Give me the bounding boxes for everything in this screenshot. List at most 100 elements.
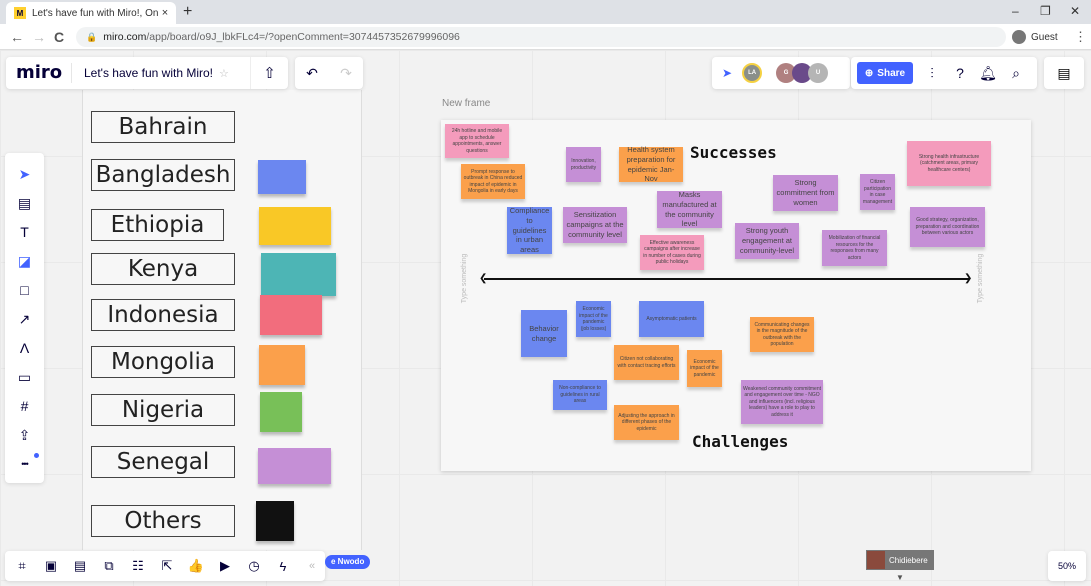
forward-icon[interactable]: → xyxy=(32,29,46,45)
country-label-nigeria[interactable]: Nigeria xyxy=(91,394,235,426)
country-label-senegal[interactable]: Senegal xyxy=(91,446,235,478)
mores-tool-icon[interactable]: ••• xyxy=(15,453,39,474)
avatar[interactable]: LA xyxy=(742,63,763,83)
profile-button[interactable]: Guest xyxy=(1012,27,1058,47)
frame-label[interactable]: New frame xyxy=(442,98,490,109)
collapse-icon[interactable]: « xyxy=(303,560,321,572)
frames-icon[interactable]: ⌗ xyxy=(13,558,31,574)
sticky-note[interactable]: Non-compliance to guidelines in rural ar… xyxy=(553,380,607,410)
browser-tab[interactable]: M Let's have fun with Miro!, Online × xyxy=(6,2,176,24)
close-window-icon[interactable]: ✕ xyxy=(1070,4,1080,18)
zoom-level[interactable]: 50% xyxy=(1048,551,1086,581)
video-icon[interactable]: ▶ xyxy=(216,558,234,574)
new-tab-button[interactable]: + xyxy=(183,3,192,21)
country-label-indonesia[interactable]: Indonesia xyxy=(91,299,235,331)
sticky-note[interactable]: Citizen not collaborating with contact t… xyxy=(614,345,679,380)
upload-tool-icon[interactable]: ⇪ xyxy=(15,426,35,445)
left-side-text[interactable]: Type something xyxy=(461,254,468,303)
country-label-bangladesh[interactable]: Bangladesh xyxy=(91,159,235,191)
country-sticky-others[interactable] xyxy=(256,501,294,541)
settings-sliders-icon[interactable]: ⫶ xyxy=(923,65,941,82)
sticky-note[interactable]: Prompt response to outbreak in China red… xyxy=(461,164,525,199)
restore-icon[interactable]: ❐ xyxy=(1040,4,1051,18)
redo-icon[interactable]: ↷ xyxy=(340,65,352,82)
url-input[interactable]: 🔒 miro.com /app/board/o9J_lbkFLc4=/?open… xyxy=(76,27,1006,47)
miro-logo[interactable]: miro xyxy=(6,63,72,83)
sticky-note[interactable]: Communicating changes in the magnitude o… xyxy=(750,317,814,352)
sticky-note[interactable]: Economic impact of the pandemic xyxy=(687,350,722,387)
country-label-others[interactable]: Others xyxy=(91,505,235,537)
help-icon[interactable]: ? xyxy=(951,65,969,81)
sticky-note[interactable]: Strong youth engagement at community-lev… xyxy=(735,223,799,259)
sticky-note[interactable]: Economic impact of the pandemic (job los… xyxy=(576,301,611,337)
sticky-note[interactable]: Sensitization campaigns at the community… xyxy=(563,207,627,243)
challenges-heading[interactable]: Challenges xyxy=(692,432,788,451)
country-sticky-indonesia[interactable] xyxy=(260,295,322,335)
miro-favicon-icon: M xyxy=(14,7,26,19)
sticky-note-tool-icon[interactable]: ◪ xyxy=(15,252,35,271)
sticky-note[interactable]: Weakened community commitment and engage… xyxy=(741,380,823,424)
timer-icon[interactable]: ◷ xyxy=(245,558,263,574)
country-sticky-senegal[interactable] xyxy=(258,448,331,484)
sticky-note[interactable]: Mobilization of financial resources for … xyxy=(822,230,887,266)
pen-tool-icon[interactable]: Λ xyxy=(15,339,35,358)
comments-icon[interactable]: ▤ xyxy=(71,558,89,574)
sticky-note[interactable]: Health system preparation for epidemic J… xyxy=(619,145,683,183)
share-button[interactable]: ⊕ Share xyxy=(857,62,913,84)
reload-icon[interactable]: C xyxy=(54,29,64,45)
star-icon[interactable]: ☆ xyxy=(219,67,229,80)
bolt-icon[interactable]: ϟ xyxy=(274,559,292,574)
avatar[interactable]: U xyxy=(808,63,829,83)
kanban-icon[interactable]: ☷ xyxy=(129,558,147,574)
country-sticky-mongolia[interactable] xyxy=(259,345,305,385)
sticky-note[interactable]: Masks manufactured at the community leve… xyxy=(657,190,722,228)
sticky-note[interactable]: Strong health infrastructure (catchment … xyxy=(907,141,991,186)
shape-tool-icon[interactable]: □ xyxy=(15,281,35,300)
frame-tool-icon[interactable]: # xyxy=(15,397,35,416)
export-upload-icon[interactable]: ⇧ xyxy=(250,57,288,89)
country-sticky-bangladesh[interactable] xyxy=(258,160,306,194)
tab-close-icon[interactable]: × xyxy=(158,7,172,19)
screen-share-icon[interactable]: ⇱ xyxy=(158,558,176,574)
templates-tool-icon[interactable]: ▤ xyxy=(15,194,35,213)
sticky-note[interactable]: Innovation, productivity xyxy=(566,147,601,182)
connection-line-tool-icon[interactable]: ↗ xyxy=(15,310,35,329)
country-sticky-nigeria[interactable] xyxy=(260,392,302,432)
collaborators-panel: ➤ LA G U xyxy=(712,57,850,89)
search-icon[interactable]: ⌕ xyxy=(1007,65,1025,82)
follow-pointer-icon[interactable]: ➤ xyxy=(722,66,732,80)
country-label-kenya[interactable]: Kenya xyxy=(91,253,235,285)
sticky-note[interactable]: Asymptomatic patients xyxy=(639,301,704,337)
country-label-ethiopia[interactable]: Ethiopia xyxy=(91,209,224,241)
sticky-note[interactable]: Adjusting the approach in different phas… xyxy=(614,405,679,440)
board-notes-button[interactable]: ▤ xyxy=(1044,57,1084,89)
country-frame[interactable]: Bahrain Bangladesh Ethiopia Kenya Indone… xyxy=(82,90,362,550)
successes-heading[interactable]: Successes xyxy=(690,143,777,162)
country-label-bahrain[interactable]: Bahrain xyxy=(91,111,235,143)
sticky-note[interactable]: Behavior change xyxy=(521,310,567,357)
minimize-icon[interactable]: – xyxy=(1012,4,1019,18)
double-arrow-line[interactable] xyxy=(484,278,970,280)
country-sticky-ethiopia[interactable] xyxy=(259,207,331,245)
comment-tool-icon[interactable]: ▭ xyxy=(15,368,35,387)
sticky-note[interactable]: 24h hotline and mobile app to schedule a… xyxy=(445,124,509,158)
sticky-note[interactable]: Good strategy, organization, preparation… xyxy=(910,207,985,247)
browser-menu-icon[interactable]: ⋮ xyxy=(1074,29,1087,45)
notifications-bell-icon[interactable]: 🔔︎ xyxy=(979,65,997,82)
back-icon[interactable]: ← xyxy=(10,29,24,45)
sticky-note[interactable]: Citizen participation in case management xyxy=(860,174,895,210)
right-side-text[interactable]: Type something xyxy=(977,254,984,303)
share-label: Share xyxy=(877,67,906,79)
sticky-note[interactable]: Effective awareness campaigns after incr… xyxy=(640,235,704,270)
cards-icon[interactable]: ⧉ xyxy=(100,558,118,574)
sticky-note[interactable]: Strong commitment from women xyxy=(773,175,838,211)
voting-icon[interactable]: 👍 xyxy=(187,558,205,574)
select-tool-icon[interactable]: ➤ xyxy=(15,165,35,184)
board-title[interactable]: Let's have fun with Miro! xyxy=(72,66,213,80)
text-tool-icon[interactable]: T xyxy=(15,223,35,242)
country-sticky-kenya[interactable] xyxy=(261,253,336,296)
country-label-mongolia[interactable]: Mongolia xyxy=(91,346,235,378)
undo-icon[interactable]: ↶ xyxy=(306,65,318,82)
presentation-icon[interactable]: ▣ xyxy=(42,558,60,574)
sticky-note[interactable]: Compliance to guidelines in urban areas xyxy=(507,206,552,254)
